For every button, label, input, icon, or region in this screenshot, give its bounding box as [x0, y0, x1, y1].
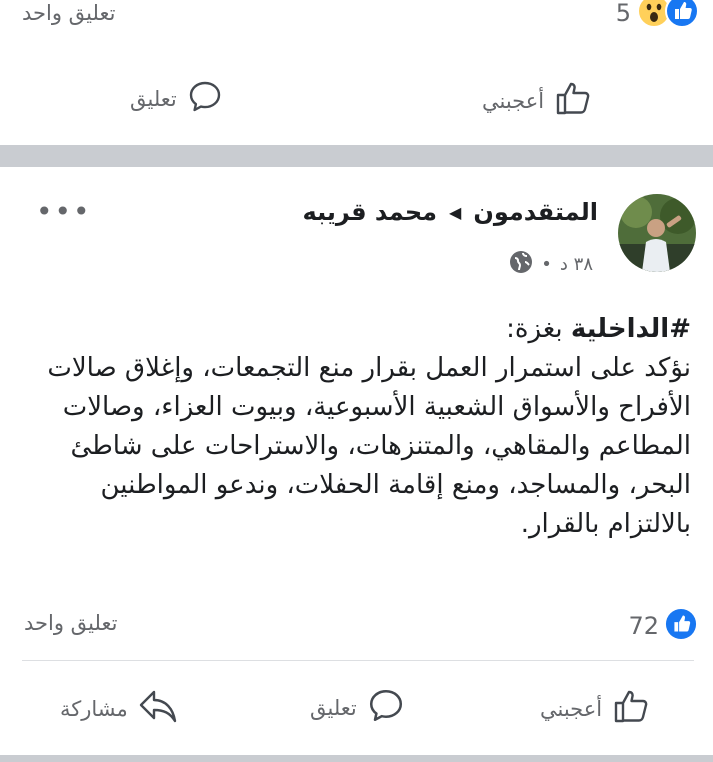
prev-comment-label: تعليق	[130, 86, 177, 111]
post-text: #الداخلية بغزة: نؤكد على استمرار العمل ب…	[16, 310, 691, 544]
reactions-summary[interactable]: 72	[628, 608, 697, 644]
post-actions: مشاركة تعليق أعجبني	[0, 680, 713, 740]
more-dots-icon[interactable]: •••	[36, 195, 92, 228]
prev-post-counts: تعليق واحد 5	[0, 0, 713, 30]
group-name[interactable]: المتقدمون	[473, 198, 598, 226]
comment-bubble-icon	[187, 78, 223, 119]
like-button[interactable]: أعجبني	[540, 686, 652, 731]
post-title-line: #الداخلية بغزة:	[16, 310, 691, 349]
bottom-separator	[0, 755, 713, 762]
actions-divider	[22, 660, 694, 661]
like-reaction-icon	[665, 0, 699, 32]
comments-count[interactable]: تعليق واحد	[24, 611, 117, 635]
post-separator	[0, 145, 713, 167]
comment-bubble-icon	[367, 686, 405, 729]
prev-reactions-summary[interactable]: 5	[616, 0, 699, 32]
arrow-right-icon: ◀	[449, 202, 462, 222]
comment-button[interactable]: تعليق	[310, 686, 405, 729]
prev-like-button[interactable]: أعجبني	[482, 78, 594, 123]
prev-comments-count[interactable]: تعليق واحد	[22, 0, 115, 26]
comment-label: تعليق	[310, 695, 357, 720]
post-title-rest: بغزة:	[506, 314, 571, 344]
post-time[interactable]: ٣٨ د	[560, 254, 593, 275]
prev-reactions-count: 5	[615, 0, 631, 27]
thumbs-up-icon	[612, 686, 652, 731]
author-avatar[interactable]	[618, 194, 696, 272]
post-meta: ٣٨ د •	[509, 250, 593, 279]
prev-comment-button[interactable]: تعليق	[130, 78, 223, 119]
reactions-count: 72	[628, 612, 659, 640]
prev-post-actions: تعليق أعجبني	[0, 72, 713, 132]
share-label: مشاركة	[60, 696, 128, 721]
prev-like-label: أعجبني	[482, 88, 545, 113]
post-header-title: المتقدمون ◀ محمد قريبه	[303, 198, 598, 226]
globe-icon	[509, 250, 533, 279]
meta-dot: •	[541, 254, 552, 275]
post-body-text: نؤكد على استمرار العمل بقرار منع التجمعا…	[47, 353, 691, 539]
hashtag-link[interactable]: #الداخلية	[571, 314, 691, 344]
post-counts: تعليق واحد 72	[0, 606, 713, 642]
share-arrow-icon	[138, 688, 178, 729]
thumbs-up-icon	[554, 78, 594, 123]
like-reaction-icon	[665, 608, 697, 644]
share-button[interactable]: مشاركة	[60, 688, 178, 729]
author-name[interactable]: محمد قريبه	[303, 198, 437, 226]
like-label: أعجبني	[540, 696, 603, 721]
